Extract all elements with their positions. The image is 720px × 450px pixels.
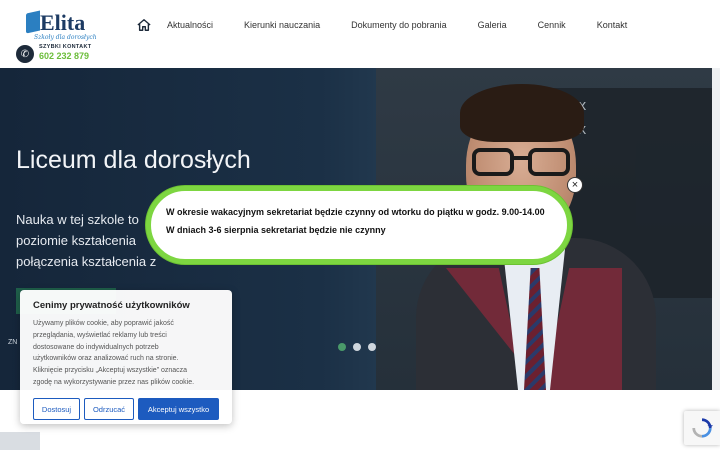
cookie-accept-button[interactable]: Akceptuj wszystko	[138, 398, 219, 420]
person-hair	[460, 84, 584, 142]
glasses	[472, 148, 572, 176]
announcement-line: W okresie wakacyjnym sekretariat będzie …	[166, 207, 545, 217]
slider-dot[interactable]	[368, 343, 376, 351]
nav-item-cennik[interactable]: Cennik	[538, 20, 566, 30]
slider-dots	[338, 343, 376, 351]
announcement-modal: W okresie wakacyjnym sekretariat będzie …	[146, 186, 572, 264]
book-icon	[26, 10, 40, 34]
site-header: Elita Szkoły dla dorosłych ✆ SZYBKI KONT…	[0, 0, 720, 68]
cookie-body-line: użytkowników oraz analizować ruch na str…	[33, 355, 179, 363]
slider-dot[interactable]	[353, 343, 361, 351]
nav-item-kontakt[interactable]: Kontakt	[597, 20, 628, 30]
cookie-banner: Cenimy prywatność użytkowników Używamy p…	[20, 290, 232, 424]
cookie-reject-button[interactable]: Odrzucać	[84, 398, 134, 420]
recaptcha-icon	[692, 418, 713, 438]
logo-tagline: Szkoły dla dorosłych	[34, 34, 97, 41]
contact-label: SZYBKI KONTAKT	[39, 44, 92, 50]
cookie-body-line: Używamy plików cookie, aby poprawić jako…	[33, 320, 174, 327]
cookie-customize-button[interactable]: Dostosuj	[33, 398, 80, 420]
cookie-title: Cenimy prywatność użytkowników	[33, 300, 190, 311]
recaptcha-badge[interactable]	[684, 411, 720, 445]
main-nav: Aktualności Kierunki nauczania Dokumenty…	[132, 14, 658, 36]
cookie-body-line: Kliknięcie przycisku „Akceptuj wszystkie…	[33, 367, 188, 375]
side-tab[interactable]	[0, 432, 40, 450]
scrollbar[interactable]	[712, 68, 720, 390]
logo-text: Elita	[40, 10, 86, 35]
hero-caption: ZN	[8, 339, 18, 346]
logo[interactable]: Elita Szkoły dla dorosłych	[24, 8, 97, 42]
phone-icon: ✆	[16, 45, 34, 63]
nav-item-galeria[interactable]: Galeria	[478, 20, 507, 30]
cookie-body: Używamy plików cookie, aby poprawić jako…	[33, 318, 223, 389]
announcement-line: W dniach 3-6 sierpnia sekretariat będzie…	[166, 225, 386, 235]
contact-phone[interactable]: 602 232 879	[39, 51, 89, 61]
cookie-body-line: dostosowane do indywidualnych potrzeb	[33, 343, 159, 351]
page: Elita Szkoły dla dorosłych ✆ SZYBKI KONT…	[0, 0, 720, 450]
cookie-body-line: przeglądania, wyświetlać reklamy lub tre…	[33, 331, 167, 339]
hero-title: Liceum dla dorosłych	[16, 146, 251, 174]
slider-dot[interactable]	[338, 343, 346, 351]
nav-item-dokumenty[interactable]: Dokumenty do pobrania	[351, 20, 447, 30]
home-icon[interactable]	[132, 14, 156, 36]
cookie-body-line: zgodę na wykorzystywanie przez nas plikó…	[33, 378, 195, 386]
close-icon[interactable]: ×	[567, 177, 583, 193]
nav-item-aktualnosci[interactable]: Aktualności	[167, 20, 213, 30]
nav-item-kierunki[interactable]: Kierunki nauczania	[244, 20, 320, 30]
